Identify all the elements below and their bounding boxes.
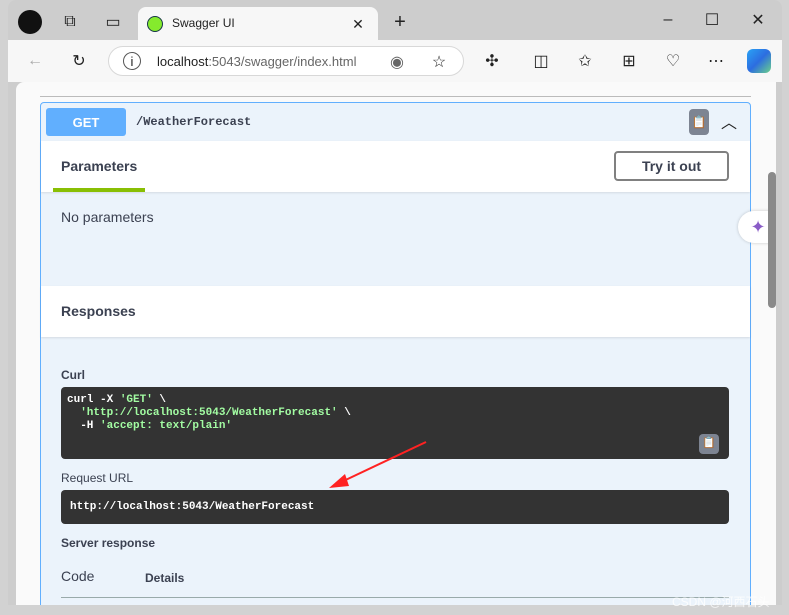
method-badge: GET	[46, 108, 126, 136]
browser-window: ⧉ ▭ Swagger UI ✕ + – ☐ ✕ ← ↻ i localhost…	[8, 0, 782, 605]
favorite-star-icon[interactable]: ☆	[429, 52, 449, 72]
swagger-favicon	[147, 16, 163, 32]
url-text: localhost:5043/swagger/index.html	[157, 54, 356, 69]
info-icon: i	[123, 52, 141, 70]
curl-label: Curl	[61, 368, 85, 382]
no-parameters-text: No parameters	[61, 209, 154, 225]
code-column-header: Code	[61, 568, 95, 584]
collections-icon[interactable]: ⊞	[618, 50, 640, 72]
scrollbar-thumb[interactable]	[768, 172, 776, 308]
curl-string: 'GET'	[119, 394, 153, 406]
details-column-header: Details	[145, 571, 185, 585]
request-url-label: Request URL	[61, 471, 134, 485]
curl-line: 'http://localhost:5043/WeatherForecast' …	[67, 407, 723, 420]
back-icon[interactable]: ←	[24, 50, 46, 72]
responses-title: Responses	[61, 303, 136, 319]
parameters-header: Parameters Try it out	[41, 141, 750, 192]
curl-string: 'http://localhost:5043/WeatherForecast'	[80, 407, 338, 419]
annotation-arrow	[329, 441, 427, 488]
copy-curl-icon[interactable]: 📋	[699, 434, 719, 454]
copilot-icon[interactable]	[747, 49, 771, 73]
curl-text: \	[152, 394, 167, 406]
more-icon[interactable]: ⋯	[705, 50, 727, 72]
curl-text	[67, 407, 80, 419]
responses-header: Responses	[41, 286, 750, 337]
minimize-icon[interactable]: –	[658, 10, 678, 30]
curl-text: \	[337, 407, 351, 419]
operation-summary[interactable]: GET /WeatherForecast 📋 ︿	[41, 103, 750, 141]
server-response-label: Server response	[61, 536, 156, 550]
watermark: CSDN @河西石头	[672, 595, 770, 609]
tab-swagger[interactable]: Swagger UI ✕	[138, 7, 378, 41]
sparkle-icon: ✦	[750, 216, 766, 237]
operation-block: GET /WeatherForecast 📋 ︿ Parameters Try …	[40, 102, 751, 605]
tab-parameters[interactable]: Parameters	[53, 141, 146, 192]
address-bar[interactable]: i localhost:5043/swagger/index.html ◉ ☆	[108, 46, 464, 76]
new-tab-icon[interactable]: +	[390, 11, 410, 33]
url-path: :5043/swagger/index.html	[208, 54, 357, 69]
close-tab-icon[interactable]: ✕	[348, 14, 368, 34]
curl-text: -H	[67, 420, 101, 432]
vertical-tabs-icon[interactable]: ▭	[103, 12, 123, 32]
url-host: localhost	[157, 54, 209, 69]
refresh-icon[interactable]: ↻	[68, 50, 90, 72]
close-window-icon[interactable]: ✕	[748, 10, 768, 30]
maximize-icon[interactable]: ☐	[702, 10, 722, 30]
curl-string: 'accept: text/plain'	[100, 420, 233, 432]
tab-title: Swagger UI	[172, 16, 235, 30]
divider	[40, 96, 751, 97]
browser-essentials-icon[interactable]: ♡	[662, 50, 684, 72]
page-content: GET /WeatherForecast 📋 ︿ Parameters Try …	[16, 82, 776, 605]
try-it-out-button[interactable]: Try it out	[614, 151, 729, 181]
copy-path-icon[interactable]: 📋	[689, 109, 709, 135]
curl-line: -H 'accept: text/plain'	[67, 420, 723, 433]
curl-text: curl -X	[67, 394, 120, 406]
extensions-icon[interactable]: ✣	[481, 50, 503, 72]
collapse-chevron-icon[interactable]: ︿	[717, 109, 741, 133]
profile-avatar[interactable]	[18, 10, 42, 34]
favorites-icon[interactable]: ✩	[574, 50, 596, 72]
workspaces-icon[interactable]: ⧉	[60, 12, 80, 32]
read-aloud-icon[interactable]: ◉	[387, 52, 407, 72]
table-divider	[61, 597, 729, 598]
vertical-scrollbar[interactable]	[768, 82, 776, 605]
split-screen-icon[interactable]: ◫	[530, 50, 552, 72]
request-url-value: http://localhost:5043/WeatherForecast	[70, 501, 315, 513]
browser-toolbar: ← ↻ i localhost:5043/swagger/index.html …	[8, 40, 782, 82]
tab-bar: ⧉ ▭ Swagger UI ✕ + – ☐ ✕	[8, 0, 782, 41]
curl-line: curl -X 'GET' \	[67, 394, 723, 407]
operation-path: /WeatherForecast	[136, 115, 252, 129]
